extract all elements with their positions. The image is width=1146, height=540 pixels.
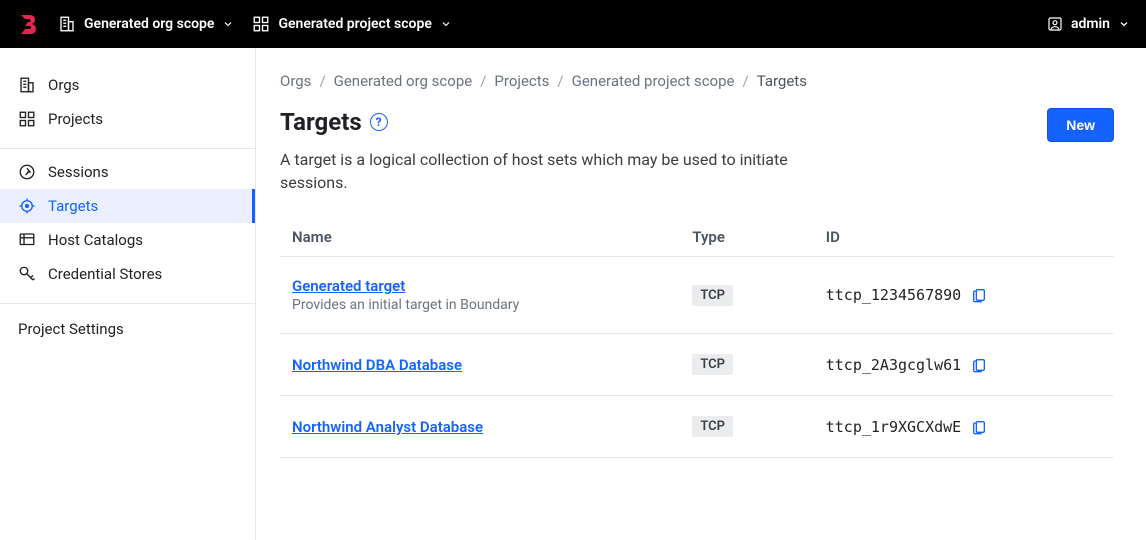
sidebar-item-projects[interactable]: Projects — [0, 102, 255, 136]
clipboard-icon — [971, 287, 987, 303]
column-header-name: Name — [280, 218, 680, 257]
sidebar-item-label: Host Catalogs — [48, 231, 143, 249]
sidebar-item-targets[interactable]: Targets — [0, 189, 255, 223]
sidebar-item-orgs[interactable]: Orgs — [0, 68, 255, 102]
sidebar: Orgs Projects Sessions — [0, 48, 256, 540]
column-header-type: Type — [680, 218, 813, 257]
breadcrumb-item-current: Targets — [757, 72, 807, 90]
user-menu[interactable]: admin — [1047, 16, 1130, 32]
sidebar-item-project-settings[interactable]: Project Settings — [0, 310, 255, 348]
breadcrumb-separator: / — [557, 72, 563, 90]
new-button[interactable]: New — [1047, 108, 1114, 142]
target-name-link[interactable]: Northwind DBA Database — [292, 356, 668, 374]
project-scope-label: Generated project scope — [278, 16, 431, 32]
sidebar-item-label: Projects — [48, 110, 103, 128]
sidebar-item-sessions[interactable]: Sessions — [0, 155, 255, 189]
projects-icon — [252, 15, 270, 33]
page-title: Targets ? — [280, 108, 388, 136]
app-logo — [16, 12, 40, 36]
user-label: admin — [1071, 16, 1110, 32]
chevron-down-icon — [222, 18, 234, 30]
sessions-icon — [18, 163, 36, 181]
chevron-down-icon — [1118, 18, 1130, 30]
breadcrumb-item[interactable]: Projects — [494, 72, 549, 90]
org-icon — [58, 15, 76, 33]
breadcrumb-separator: / — [480, 72, 486, 90]
table-row: Northwind Analyst Database TCP ttcp_1r9XGC… — [280, 396, 1114, 458]
type-badge: TCP — [692, 416, 733, 437]
main-content: Orgs / Generated org scope / Projects / … — [256, 48, 1146, 540]
page-description: A target is a logical collection of host… — [280, 148, 840, 194]
org-icon — [18, 76, 36, 94]
sidebar-item-credential-stores[interactable]: Credential Stores — [0, 257, 255, 291]
target-name-link[interactable]: Generated target — [292, 277, 668, 295]
breadcrumb-item[interactable]: Orgs — [280, 72, 311, 90]
projects-icon — [18, 110, 36, 128]
org-scope-switcher[interactable]: Generated org scope — [58, 15, 234, 33]
breadcrumb: Orgs / Generated org scope / Projects / … — [280, 72, 1114, 90]
user-icon — [1047, 16, 1063, 32]
target-id: ttcp_2A3gcglw61 — [826, 356, 961, 374]
table-row: Northwind DBA Database TCP ttcp_2A3gcglw61 — [280, 334, 1114, 396]
breadcrumb-separator: / — [743, 72, 749, 90]
sidebar-item-label: Credential Stores — [48, 265, 162, 283]
project-scope-switcher[interactable]: Generated project scope — [252, 15, 451, 33]
column-header-id: ID — [814, 218, 1114, 257]
clipboard-icon — [971, 419, 987, 435]
copy-id-button[interactable] — [971, 419, 987, 435]
topbar: Generated org scope Generated project sc… — [0, 0, 1146, 48]
target-name-link[interactable]: Northwind Analyst Database — [292, 418, 668, 436]
host-catalogs-icon — [18, 231, 36, 249]
clipboard-icon — [971, 357, 987, 373]
breadcrumb-separator: / — [319, 72, 325, 90]
sidebar-item-label: Targets — [48, 197, 98, 215]
target-description: Provides an initial target in Boundary — [292, 297, 668, 313]
sidebar-item-label: Project Settings — [18, 320, 124, 338]
target-id: ttcp_1r9XGCXdwE — [826, 418, 961, 436]
target-id: ttcp_1234567890 — [826, 286, 961, 304]
type-badge: TCP — [692, 285, 733, 306]
table-row: Generated target Provides an initial targ… — [280, 257, 1114, 334]
targets-table: Name Type ID Generated target Provides an… — [280, 218, 1114, 458]
type-badge: TCP — [692, 354, 733, 375]
copy-id-button[interactable] — [971, 287, 987, 303]
org-scope-label: Generated org scope — [84, 16, 214, 32]
sidebar-item-label: Orgs — [48, 76, 79, 94]
sidebar-item-host-catalogs[interactable]: Host Catalogs — [0, 223, 255, 257]
help-icon[interactable]: ? — [370, 113, 388, 131]
targets-icon — [18, 197, 36, 215]
sidebar-item-label: Sessions — [48, 163, 109, 181]
chevron-down-icon — [440, 18, 452, 30]
breadcrumb-item[interactable]: Generated org scope — [334, 72, 473, 90]
copy-id-button[interactable] — [971, 357, 987, 373]
breadcrumb-item[interactable]: Generated project scope — [572, 72, 735, 90]
credential-stores-icon — [18, 265, 36, 283]
page-title-text: Targets — [280, 108, 362, 136]
